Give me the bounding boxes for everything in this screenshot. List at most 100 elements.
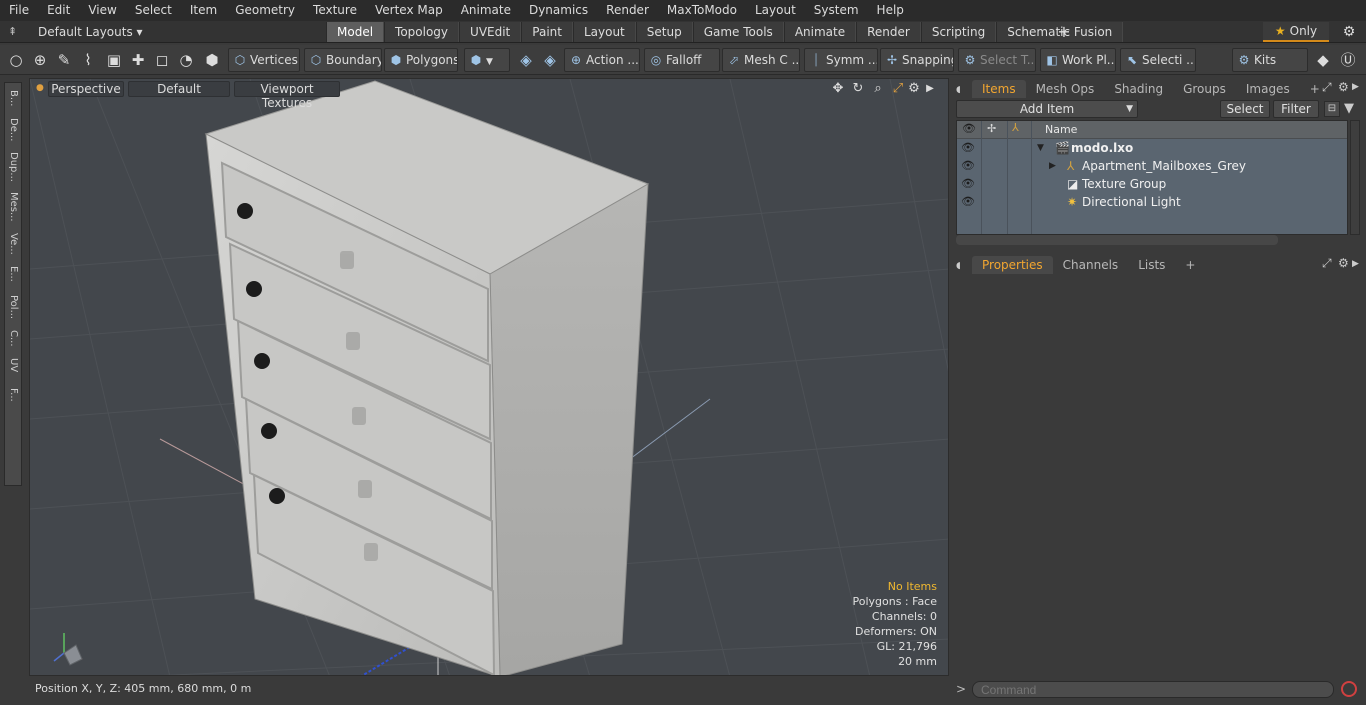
filter-funnel-icon[interactable]: ▼ xyxy=(1344,101,1354,116)
left-tab-deform[interactable]: De... xyxy=(5,113,22,147)
left-tab-edge[interactable]: E... xyxy=(5,261,22,287)
grid-icon[interactable]: ▣ xyxy=(104,50,124,70)
type-header-icon[interactable]: ⅄ xyxy=(1012,121,1019,134)
tab-animate[interactable]: Animate xyxy=(783,22,857,42)
vertices-button[interactable]: ⬡ Vertices xyxy=(228,48,300,72)
viewport-menu-icon[interactable]: ● xyxy=(36,83,44,93)
tree-row-texture-group[interactable]: 👁 ◪ Texture Group xyxy=(957,175,1347,193)
menu-file[interactable]: File xyxy=(0,0,38,21)
lock-header-icon[interactable]: ✢ xyxy=(987,122,996,135)
boundary-button[interactable]: ⬡ Boundary xyxy=(304,48,382,72)
tab-model[interactable]: Model xyxy=(326,22,385,42)
tree-row-directional-light[interactable]: 👁 ✷ Directional Light xyxy=(957,193,1347,211)
view-type-dropdown[interactable]: Perspective xyxy=(48,81,124,97)
left-tab-basic[interactable]: B... xyxy=(5,85,22,111)
command-input[interactable] xyxy=(972,681,1334,698)
tree-vertical-scrollbar[interactable] xyxy=(1350,120,1360,235)
left-tab-curve[interactable]: C... xyxy=(5,327,22,349)
panel-menu-icon[interactable]: ◖ xyxy=(956,261,972,271)
menu-texture[interactable]: Texture xyxy=(304,0,366,21)
panel-more-icon[interactable]: ▶ xyxy=(1352,82,1359,98)
menu-animate[interactable]: Animate xyxy=(452,0,520,21)
shading-dropdown[interactable]: Default xyxy=(128,81,230,97)
layout-toggle-icon[interactable]: ⇞ xyxy=(8,25,22,39)
square-icon[interactable]: ◻ xyxy=(152,50,172,70)
menu-maxtomodo[interactable]: MaxToModo xyxy=(658,0,746,21)
collapse-icon[interactable]: ⊟ xyxy=(1324,101,1340,117)
add-panel-tab-icon[interactable]: + xyxy=(1175,256,1205,274)
maximize-icon[interactable]: ⤢ xyxy=(890,81,906,97)
menu-select[interactable]: Select xyxy=(126,0,181,21)
menu-item[interactable]: Item xyxy=(181,0,226,21)
kits-button[interactable]: ⚙ Kits xyxy=(1232,48,1308,72)
tab-scripting[interactable]: Scripting xyxy=(920,22,997,42)
globe-icon[interactable]: ⊕ xyxy=(30,50,50,70)
textures-dropdown[interactable]: Viewport Textures xyxy=(234,81,340,110)
item-mode-button[interactable]: ⬢ ▼ xyxy=(464,48,510,72)
cube-icon[interactable]: ⬢ xyxy=(202,50,222,70)
panel-gear-icon[interactable]: ⚙ xyxy=(1338,256,1349,272)
falloff-button[interactable]: ◎ Falloff xyxy=(644,48,720,72)
panel-more-icon[interactable]: ▶ xyxy=(1352,259,1359,275)
panel-expand-icon[interactable]: ⤢ xyxy=(1322,256,1332,272)
left-tab-uv[interactable]: UV xyxy=(5,351,22,379)
menu-layout[interactable]: Layout xyxy=(746,0,805,21)
menu-vertex-map[interactable]: Vertex Map xyxy=(366,0,452,21)
menu-edit[interactable]: Edit xyxy=(38,0,79,21)
unity-icon[interactable]: ◆ xyxy=(1313,50,1333,70)
tab-images[interactable]: Images xyxy=(1236,80,1300,98)
left-tab-polygon[interactable]: Pol... xyxy=(5,289,22,325)
tab-render[interactable]: Render xyxy=(856,22,921,42)
viewport-gear-icon[interactable]: ⚙ xyxy=(906,81,922,97)
3d-viewport[interactable]: ● Perspective Default Viewport Textures … xyxy=(29,78,949,676)
visibility-eye-icon[interactable]: 👁 xyxy=(961,175,975,193)
brush-icon[interactable]: ⌇ xyxy=(78,50,98,70)
action-center-button[interactable]: ⊕ Action ... xyxy=(564,48,640,72)
menu-view[interactable]: View xyxy=(79,0,125,21)
menu-render[interactable]: Render xyxy=(597,0,658,21)
menu-system[interactable]: System xyxy=(805,0,868,21)
tree-horizontal-scrollbar[interactable] xyxy=(956,235,1278,245)
left-tab-mesh-edit[interactable]: Mes... xyxy=(5,187,22,227)
visibility-eye-icon[interactable]: 👁 xyxy=(961,157,975,175)
tab-lists[interactable]: Lists xyxy=(1128,256,1175,274)
rotate-icon[interactable]: ◔ xyxy=(176,50,196,70)
menu-dynamics[interactable]: Dynamics xyxy=(520,0,597,21)
viewport-expand-icon[interactable]: ▶ xyxy=(922,81,938,97)
tab-layout[interactable]: Layout xyxy=(572,22,636,42)
expand-triangle-icon[interactable]: ▼ xyxy=(1037,139,1044,157)
add-item-button[interactable]: Add Item ▼ xyxy=(956,100,1138,118)
filter-button[interactable]: Filter xyxy=(1273,100,1319,118)
tab-shading[interactable]: Shading xyxy=(1104,80,1173,98)
left-tab-vertex[interactable]: Ve... xyxy=(5,229,22,259)
menu-geometry[interactable]: Geometry xyxy=(226,0,304,21)
pan-icon[interactable]: ✥ xyxy=(830,81,846,97)
tree-row-scene[interactable]: 👁 ▼ 🎬 modo.lxo xyxy=(957,139,1347,157)
crosshair-icon[interactable]: ✚ xyxy=(128,50,148,70)
work-plane-button[interactable]: ◧ Work Pl... xyxy=(1040,48,1116,72)
tab-paint[interactable]: Paint xyxy=(521,22,573,42)
gear-icon[interactable]: ⚙ xyxy=(1340,23,1358,41)
symmetry-button[interactable]: ⏐ Symm ... xyxy=(804,48,878,72)
select-button[interactable]: Select xyxy=(1220,100,1270,118)
circle-select-icon[interactable]: ○ xyxy=(6,50,26,70)
left-tab-duplicate[interactable]: Dup... xyxy=(5,149,22,185)
panel-expand-icon[interactable]: ⤢ xyxy=(1322,80,1332,96)
tab-properties[interactable]: Properties xyxy=(972,256,1053,274)
mesh-constraint-button[interactable]: ⬀ Mesh C ... xyxy=(722,48,800,72)
snapping-button[interactable]: ✢ Snapping xyxy=(880,48,954,72)
tab-topology[interactable]: Topology xyxy=(384,22,460,42)
add-tab-icon[interactable]: + xyxy=(1054,22,1074,42)
texture-icon[interactable]: ◈ xyxy=(540,50,560,70)
visibility-header-icon[interactable]: 👁 xyxy=(962,122,976,135)
left-tab-fusion[interactable]: F... xyxy=(5,381,22,409)
panel-menu-icon[interactable]: ◖ xyxy=(956,85,972,95)
only-button[interactable]: ★ Only xyxy=(1263,22,1329,42)
menu-help[interactable]: Help xyxy=(868,0,913,21)
select-through-button[interactable]: ⚙ Select T... xyxy=(958,48,1036,72)
zoom-icon[interactable]: ⌕ xyxy=(870,81,886,97)
tree-row-mesh[interactable]: 👁 ▶ ⅄ Apartment_Mailboxes_Grey xyxy=(957,157,1347,175)
tab-uvedit[interactable]: UVEdit xyxy=(459,22,522,42)
tab-mesh-ops[interactable]: Mesh Ops xyxy=(1026,80,1105,98)
tab-setup[interactable]: Setup xyxy=(635,22,693,42)
